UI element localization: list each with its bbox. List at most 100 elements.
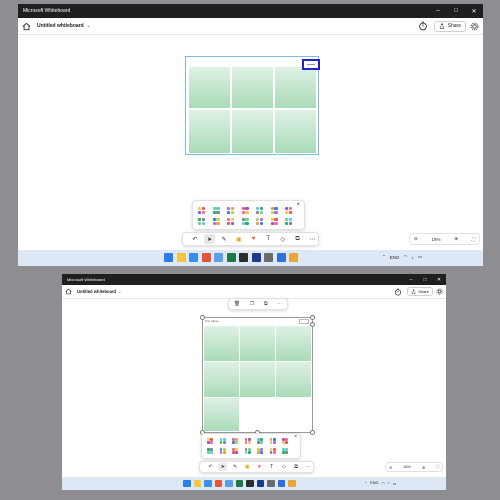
speaker-icon[interactable]: ♪ (388, 481, 390, 485)
note-template-swatch[interactable] (282, 448, 288, 454)
insert-icon[interactable]: ⧉ (292, 463, 301, 471)
excel-icon[interactable] (226, 253, 236, 262)
battery-icon[interactable]: ▭ (418, 254, 422, 260)
terminal-icon[interactable] (246, 479, 254, 487)
mail-icon[interactable] (289, 253, 298, 262)
minimize-button[interactable]: – (429, 4, 447, 18)
maximize-button[interactable]: □ (418, 274, 432, 285)
note-template-swatch[interactable] (244, 438, 251, 444)
sticky-note[interactable] (275, 110, 316, 153)
chevron-up-icon[interactable]: ⌃ (382, 254, 386, 260)
speaker-icon[interactable]: ♪ (411, 255, 413, 260)
zoom-out-icon[interactable]: ⊖ (389, 465, 392, 470)
file-explorer-icon[interactable] (176, 253, 186, 262)
maximize-button[interactable]: □ (447, 4, 465, 18)
note-grid-board[interactable] (185, 56, 320, 155)
gear-icon[interactable] (470, 22, 479, 31)
windows-start-icon[interactable] (183, 479, 191, 487)
terminal-icon[interactable] (239, 253, 248, 262)
sticky-note[interactable] (189, 67, 230, 108)
chevron-up-icon[interactable]: ⌃ (364, 481, 367, 486)
sticky-note[interactable] (275, 67, 316, 108)
sticky-note[interactable] (232, 67, 273, 108)
lang-indicator[interactable]: ENG (370, 481, 378, 485)
note-template-swatch[interactable] (285, 207, 292, 214)
note-template-swatch[interactable] (269, 448, 276, 454)
battery-icon[interactable]: ▭ (393, 481, 397, 486)
close-panel-button[interactable]: × (294, 434, 297, 440)
zoom-in-icon[interactable]: ⊕ (422, 465, 425, 470)
note-template-swatch[interactable] (244, 448, 251, 454)
whiteboard-icon[interactable] (277, 479, 285, 487)
notepad-icon[interactable] (214, 253, 223, 262)
fit-icon[interactable]: ⛶ (472, 237, 475, 242)
reaction-icon[interactable]: ♥ (248, 234, 260, 244)
whiteboard-icon[interactable] (276, 253, 286, 262)
share-button[interactable]: Share (407, 287, 433, 296)
sticky-note[interactable] (276, 362, 311, 397)
note-template-swatch[interactable] (285, 218, 292, 225)
excel-icon[interactable] (235, 479, 243, 487)
note-template-swatch[interactable] (212, 218, 220, 225)
delete-icon[interactable]: 🗑 (234, 301, 240, 307)
note-template-swatch[interactable] (270, 218, 278, 225)
zoom-out-icon[interactable]: ⊖ (414, 236, 418, 242)
sticky-note[interactable] (232, 110, 273, 153)
photos-icon[interactable] (189, 253, 198, 262)
notepad-icon[interactable] (225, 479, 233, 487)
chevron-down-icon[interactable]: ⌄ (118, 289, 122, 294)
sticky-note[interactable] (240, 326, 275, 361)
note-template-swatch[interactable] (219, 448, 226, 454)
word-like-L-icon[interactable] (256, 479, 264, 487)
zoom-in-icon[interactable]: ⊕ (454, 236, 458, 242)
undo-icon[interactable]: ↶ (206, 463, 215, 471)
highlight-box[interactable] (302, 59, 320, 70)
copy-icon[interactable]: ❐ (250, 301, 254, 307)
note-template-swatch[interactable] (241, 207, 249, 214)
sticky-note[interactable] (204, 326, 239, 361)
note-template-swatch[interactable] (257, 438, 263, 444)
wifi-icon[interactable]: ◠ (404, 254, 408, 260)
share-button[interactable]: Share (433, 20, 466, 32)
timer-icon[interactable] (394, 288, 402, 296)
note-template-swatch[interactable] (257, 448, 263, 454)
sticky-note[interactable] (204, 398, 239, 431)
sticky-note[interactable] (204, 362, 239, 397)
note-template-swatch[interactable] (269, 438, 276, 444)
sticky-note[interactable] (189, 110, 230, 153)
note-template-swatch[interactable] (232, 448, 238, 454)
select-icon[interactable]: ➤ (203, 234, 216, 244)
note-template-swatch[interactable] (241, 218, 249, 225)
timer-icon[interactable] (418, 21, 428, 31)
note-template-swatch[interactable] (198, 207, 205, 214)
undo-icon[interactable]: ↶ (189, 234, 201, 244)
fit-icon[interactable]: ⛶ (436, 465, 439, 469)
duplicate-icon[interactable]: ⧉ (264, 301, 268, 307)
shapes-icon[interactable]: ◇ (277, 234, 289, 244)
word-like-L-icon[interactable] (251, 253, 261, 262)
gear-icon[interactable] (436, 288, 443, 295)
sticky-note-icon[interactable]: ▣ (233, 234, 245, 244)
note-template-swatch[interactable] (219, 438, 226, 444)
lang-indicator[interactable]: ENG (390, 255, 400, 260)
more-icon[interactable]: ⋯ (306, 234, 318, 244)
note-template-swatch[interactable] (212, 207, 220, 214)
note-template-swatch[interactable] (227, 207, 234, 214)
close-button[interactable]: ✕ (432, 274, 446, 285)
note-template-swatch[interactable] (270, 207, 278, 214)
shapes-icon[interactable]: ◇ (279, 463, 288, 471)
calculator-icon[interactable] (267, 479, 275, 487)
sticky-note[interactable] (276, 326, 311, 361)
pen-icon[interactable]: ✎ (218, 234, 230, 244)
paint-icon[interactable] (201, 253, 211, 262)
sticky-note-icon[interactable]: ▣ (243, 463, 252, 471)
note-template-swatch[interactable] (282, 438, 288, 444)
windows-start-icon[interactable] (164, 253, 173, 262)
minimize-button[interactable]: – (404, 274, 418, 285)
mail-icon[interactable] (288, 479, 296, 487)
reaction-icon[interactable]: ♥ (255, 463, 264, 471)
text-icon[interactable]: T (262, 234, 274, 244)
doc-title[interactable]: Untitled whiteboard (37, 23, 84, 29)
note-template-swatch[interactable] (232, 438, 238, 444)
more-icon[interactable]: ⋯ (277, 301, 282, 307)
